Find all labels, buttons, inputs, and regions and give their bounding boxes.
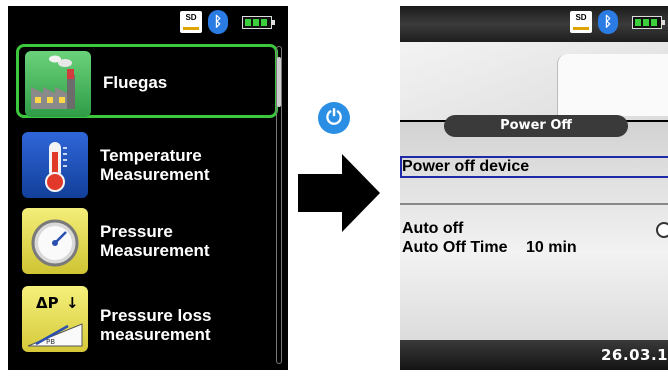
arrow-right-icon <box>298 154 380 232</box>
battery-icon <box>242 16 275 29</box>
menu-item-pressure-loss[interactable]: ΔP ↓ PB Pressure loss measurement <box>16 282 278 356</box>
menu-item-temperature[interactable]: Temperature Measurement <box>16 128 278 202</box>
header-area <box>400 42 668 120</box>
menu-label-temperature: Temperature Measurement <box>100 146 210 184</box>
menu-label-fluegas: Fluegas <box>103 73 168 92</box>
pressure-gauge-icon <box>22 208 88 274</box>
scrollbar-thumb[interactable] <box>277 57 281 107</box>
device-screen-power-off: SD ᛒ Power Off Power off device Auto off… <box>400 6 668 370</box>
menu-label-pressure: Pressure Measurement <box>100 222 210 260</box>
auto-off-time-value[interactable]: 10 min <box>526 239 577 257</box>
pressure-loss-icon: ΔP ↓ PB <box>22 286 88 352</box>
power-off-device-label: Power off device <box>402 158 530 175</box>
auto-off-label: Auto off <box>402 220 464 237</box>
menu-item-pressure[interactable]: Pressure Measurement <box>16 204 278 278</box>
menu-item-fluegas[interactable]: Fluegas <box>16 44 278 118</box>
power-icon: ⏻ <box>318 102 350 134</box>
page-title: Power Off <box>444 115 628 137</box>
divider <box>400 203 668 205</box>
pressure-loss-gauge-text: PB <box>46 338 55 346</box>
sd-card-icon: SD <box>180 11 202 33</box>
scrollbar[interactable] <box>276 46 282 364</box>
menu-label-pressure-loss: Pressure loss measurement <box>100 306 212 344</box>
factory-icon <box>25 51 91 117</box>
bluetooth-icon: ᛒ <box>208 10 228 34</box>
pressure-loss-icon-text: ΔP <box>36 294 59 312</box>
date-display: 26.03.14 <box>601 346 668 364</box>
bluetooth-icon: ᛒ <box>598 10 618 34</box>
svg-text:↓: ↓ <box>66 294 79 312</box>
device-screen-menu: SD ᛒ Fluegas Temperature Measurement Pre… <box>8 6 288 370</box>
tab-shape <box>557 54 668 116</box>
status-bar: SD ᛒ <box>400 6 668 42</box>
battery-icon <box>632 16 665 29</box>
thermometer-icon <box>22 132 88 198</box>
sd-card-icon: SD <box>570 11 592 33</box>
status-bar: SD ᛒ <box>8 6 288 36</box>
auto-off-time-label: Auto Off Time <box>402 239 508 256</box>
auto-off-radio[interactable] <box>656 222 668 238</box>
